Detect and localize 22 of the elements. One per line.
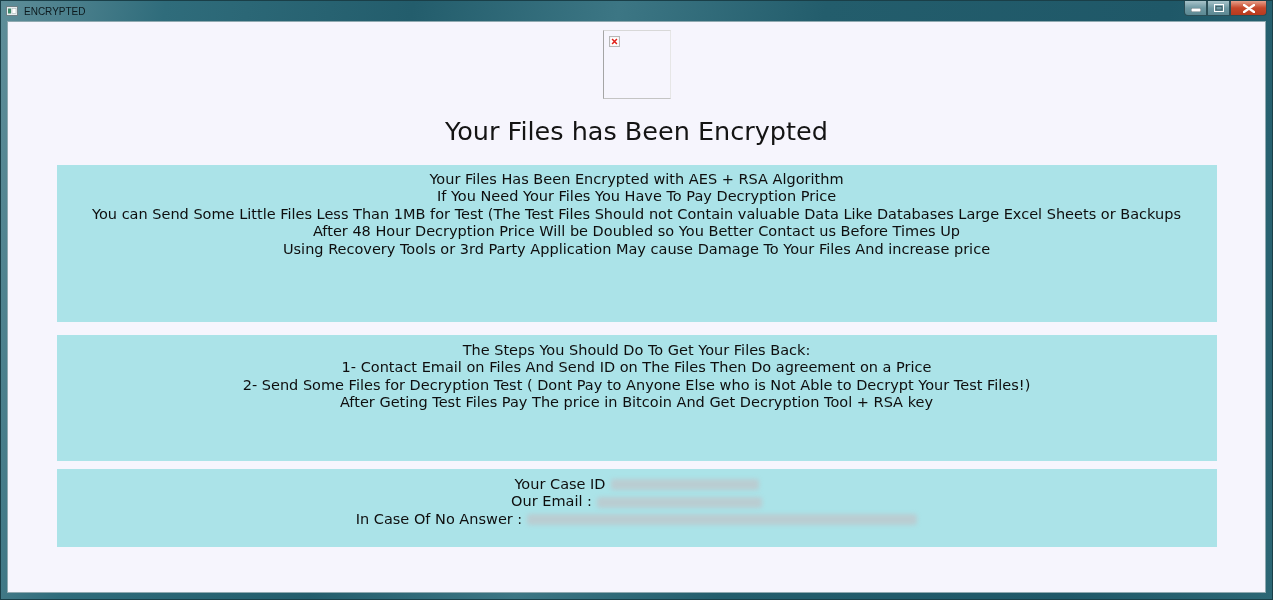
minimize-button[interactable]	[1184, 1, 1207, 16]
contact-label: Your Case ID	[514, 476, 606, 494]
contact-label: Our Email :	[511, 493, 592, 511]
broken-image-icon	[608, 36, 620, 47]
notice-text: You can Send Some Little Files Less Than 1MB for Test (The Test Files Should not Contain valuable Data Like Databases Large Excel Sheets or Backups	[92, 205, 1181, 224]
close-button[interactable]	[1230, 1, 1267, 16]
minimize-icon	[1190, 8, 1201, 12]
page-heading: Your Files has Been Encrypted	[445, 116, 828, 146]
window-title: ENCRYPTED	[24, 6, 86, 17]
notice-text: After 48 Hour Decryption Price Will be Doubled so You Better Contact us Before Times Up	[312, 223, 961, 241]
notice-text: If You Need Your Files You Have To Pay Decryption Price	[436, 188, 837, 206]
step-text: 1- Contact Email on Files And Send ID on The Files Then Do agreement on a Price	[341, 359, 932, 377]
close-icon	[1242, 3, 1255, 13]
step-text: 2- Send Some Files for Decryption Test ( Dont Pay to Anyone Else who is Not Able to Decrypt Your Test Files!)	[242, 376, 1031, 395]
maximize-button[interactable]	[1207, 1, 1230, 16]
window-icon	[6, 6, 18, 16]
step-text: After Geting Test Files Pay The price in Bitcoin And Get Decryption Tool + RSA key	[339, 394, 934, 412]
maximize-icon	[1213, 4, 1224, 12]
contact-label: In Case Of No Answer :	[355, 510, 523, 529]
notice-text: Using Recovery Tools or 3rd Party Application May cause Damage To Your Files And increase price	[282, 240, 991, 259]
step-text: The Steps You Should Do To Get Your Files Back:	[462, 342, 811, 360]
notice-text: Your Files Has Been Encrypted with AES + RSA Algorithm	[429, 171, 844, 189]
